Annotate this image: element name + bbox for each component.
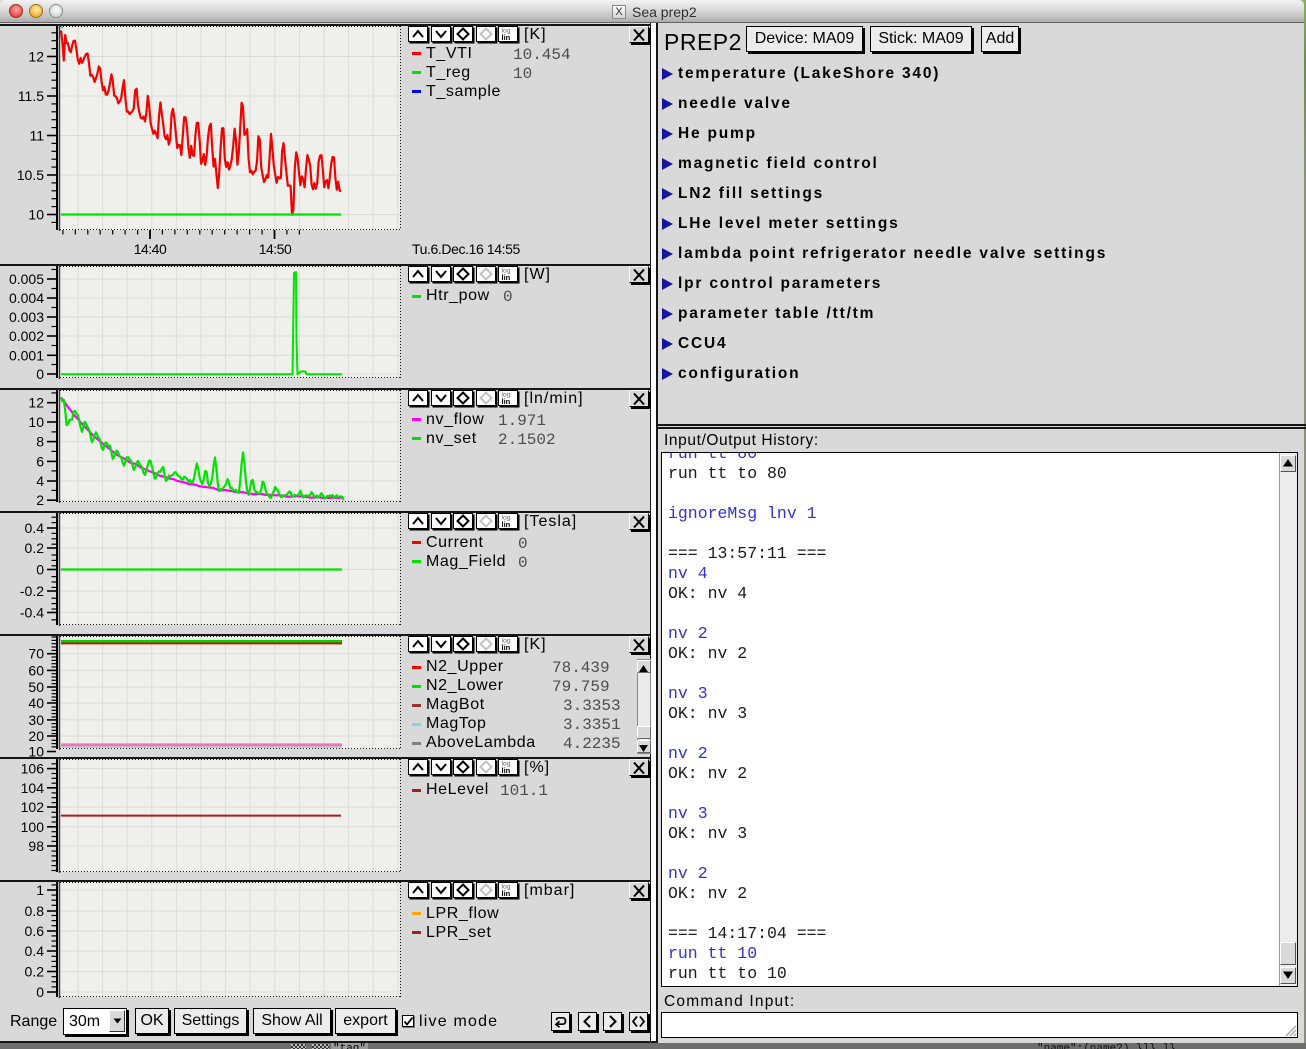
svg-text:11.5: 11.5 [18, 88, 44, 104]
svg-text:0.005: 0.005 [9, 271, 44, 287]
svg-text:0.4: 0.4 [25, 520, 45, 536]
svg-text:1: 1 [36, 882, 44, 898]
svg-text:lin: lin [502, 520, 511, 529]
svg-text:0: 0 [36, 984, 44, 1000]
svg-text:11: 11 [29, 128, 44, 144]
svg-text:lin: lin [502, 889, 511, 898]
svg-text:0.2: 0.2 [25, 964, 45, 980]
svg-text:60: 60 [28, 662, 44, 678]
svg-text:0.004: 0.004 [9, 290, 44, 306]
svg-text:0.002: 0.002 [9, 328, 44, 344]
svg-text:12: 12 [28, 49, 44, 65]
svg-text:50: 50 [28, 679, 44, 695]
svg-text:0.4: 0.4 [25, 943, 45, 959]
svg-text:100: 100 [21, 819, 45, 835]
svg-text:-0.4: -0.4 [20, 605, 44, 621]
svg-text:10: 10 [28, 207, 44, 223]
svg-text:lin: lin [502, 273, 511, 282]
svg-text:98: 98 [28, 838, 44, 854]
svg-text:70: 70 [28, 646, 44, 662]
svg-text:104: 104 [21, 780, 45, 796]
svg-text:6: 6 [36, 453, 44, 469]
svg-text:2: 2 [36, 492, 44, 508]
svg-text:106: 106 [21, 761, 45, 777]
svg-text:-0.2: -0.2 [20, 583, 44, 599]
svg-text:10: 10 [28, 414, 44, 430]
svg-text:0.001: 0.001 [9, 347, 44, 363]
svg-text:lin: lin [502, 643, 511, 652]
svg-text:4: 4 [36, 473, 44, 489]
svg-text:0: 0 [36, 366, 44, 382]
svg-text:0.8: 0.8 [25, 903, 45, 919]
svg-text:lin: lin [502, 397, 511, 406]
svg-text:8: 8 [36, 434, 44, 450]
svg-text:0.6: 0.6 [25, 923, 45, 939]
svg-text:lin: lin [502, 33, 511, 42]
svg-text:10.5: 10.5 [17, 167, 44, 183]
svg-text:10: 10 [28, 744, 44, 760]
svg-text:102: 102 [21, 799, 45, 815]
svg-text:12: 12 [28, 395, 44, 411]
svg-text:0.2: 0.2 [25, 540, 45, 556]
svg-text:20: 20 [28, 728, 44, 744]
svg-text:30: 30 [28, 712, 44, 728]
svg-text:0.003: 0.003 [9, 309, 44, 325]
svg-text:lin: lin [502, 766, 511, 775]
svg-text:0: 0 [36, 562, 44, 578]
svg-text:40: 40 [28, 695, 44, 711]
